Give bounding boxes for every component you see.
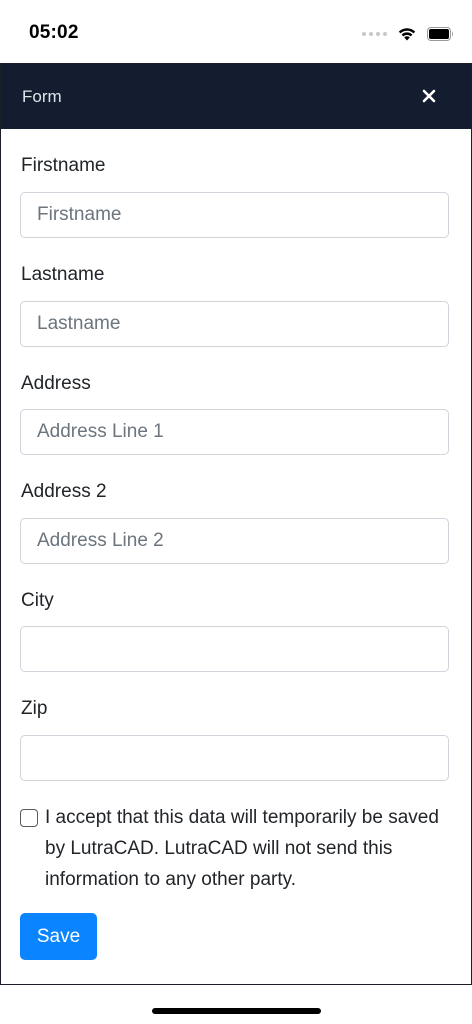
city-label: City <box>21 590 54 611</box>
modal-header: Form <box>1 64 471 129</box>
save-button[interactable]: Save <box>20 913 97 960</box>
modal-title: Form <box>22 87 62 106</box>
battery-icon <box>427 26 454 41</box>
close-button[interactable] <box>419 86 439 106</box>
status-time: 05:02 <box>29 22 79 43</box>
consent-text: I accept that this data will temporarily… <box>45 807 439 890</box>
city-input[interactable] <box>20 626 449 672</box>
address-line2-input[interactable] <box>20 518 449 564</box>
wifi-icon <box>397 26 417 41</box>
status-bar: 05:02 <box>0 0 472 64</box>
cellular-signal-icon <box>362 31 387 36</box>
home-indicator <box>152 1008 321 1014</box>
firstname-label: Firstname <box>21 155 106 176</box>
address-label: Address <box>21 373 91 394</box>
lastname-label: Lastname <box>21 264 105 285</box>
close-icon <box>422 89 436 103</box>
lastname-input[interactable] <box>20 301 449 347</box>
address-line1-input[interactable] <box>20 409 449 455</box>
zip-input[interactable] <box>20 735 449 781</box>
consent-checkbox[interactable] <box>20 809 38 827</box>
address2-label: Address 2 <box>21 481 107 502</box>
zip-label: Zip <box>21 698 48 719</box>
firstname-input[interactable] <box>20 192 449 238</box>
status-icons <box>362 26 454 41</box>
